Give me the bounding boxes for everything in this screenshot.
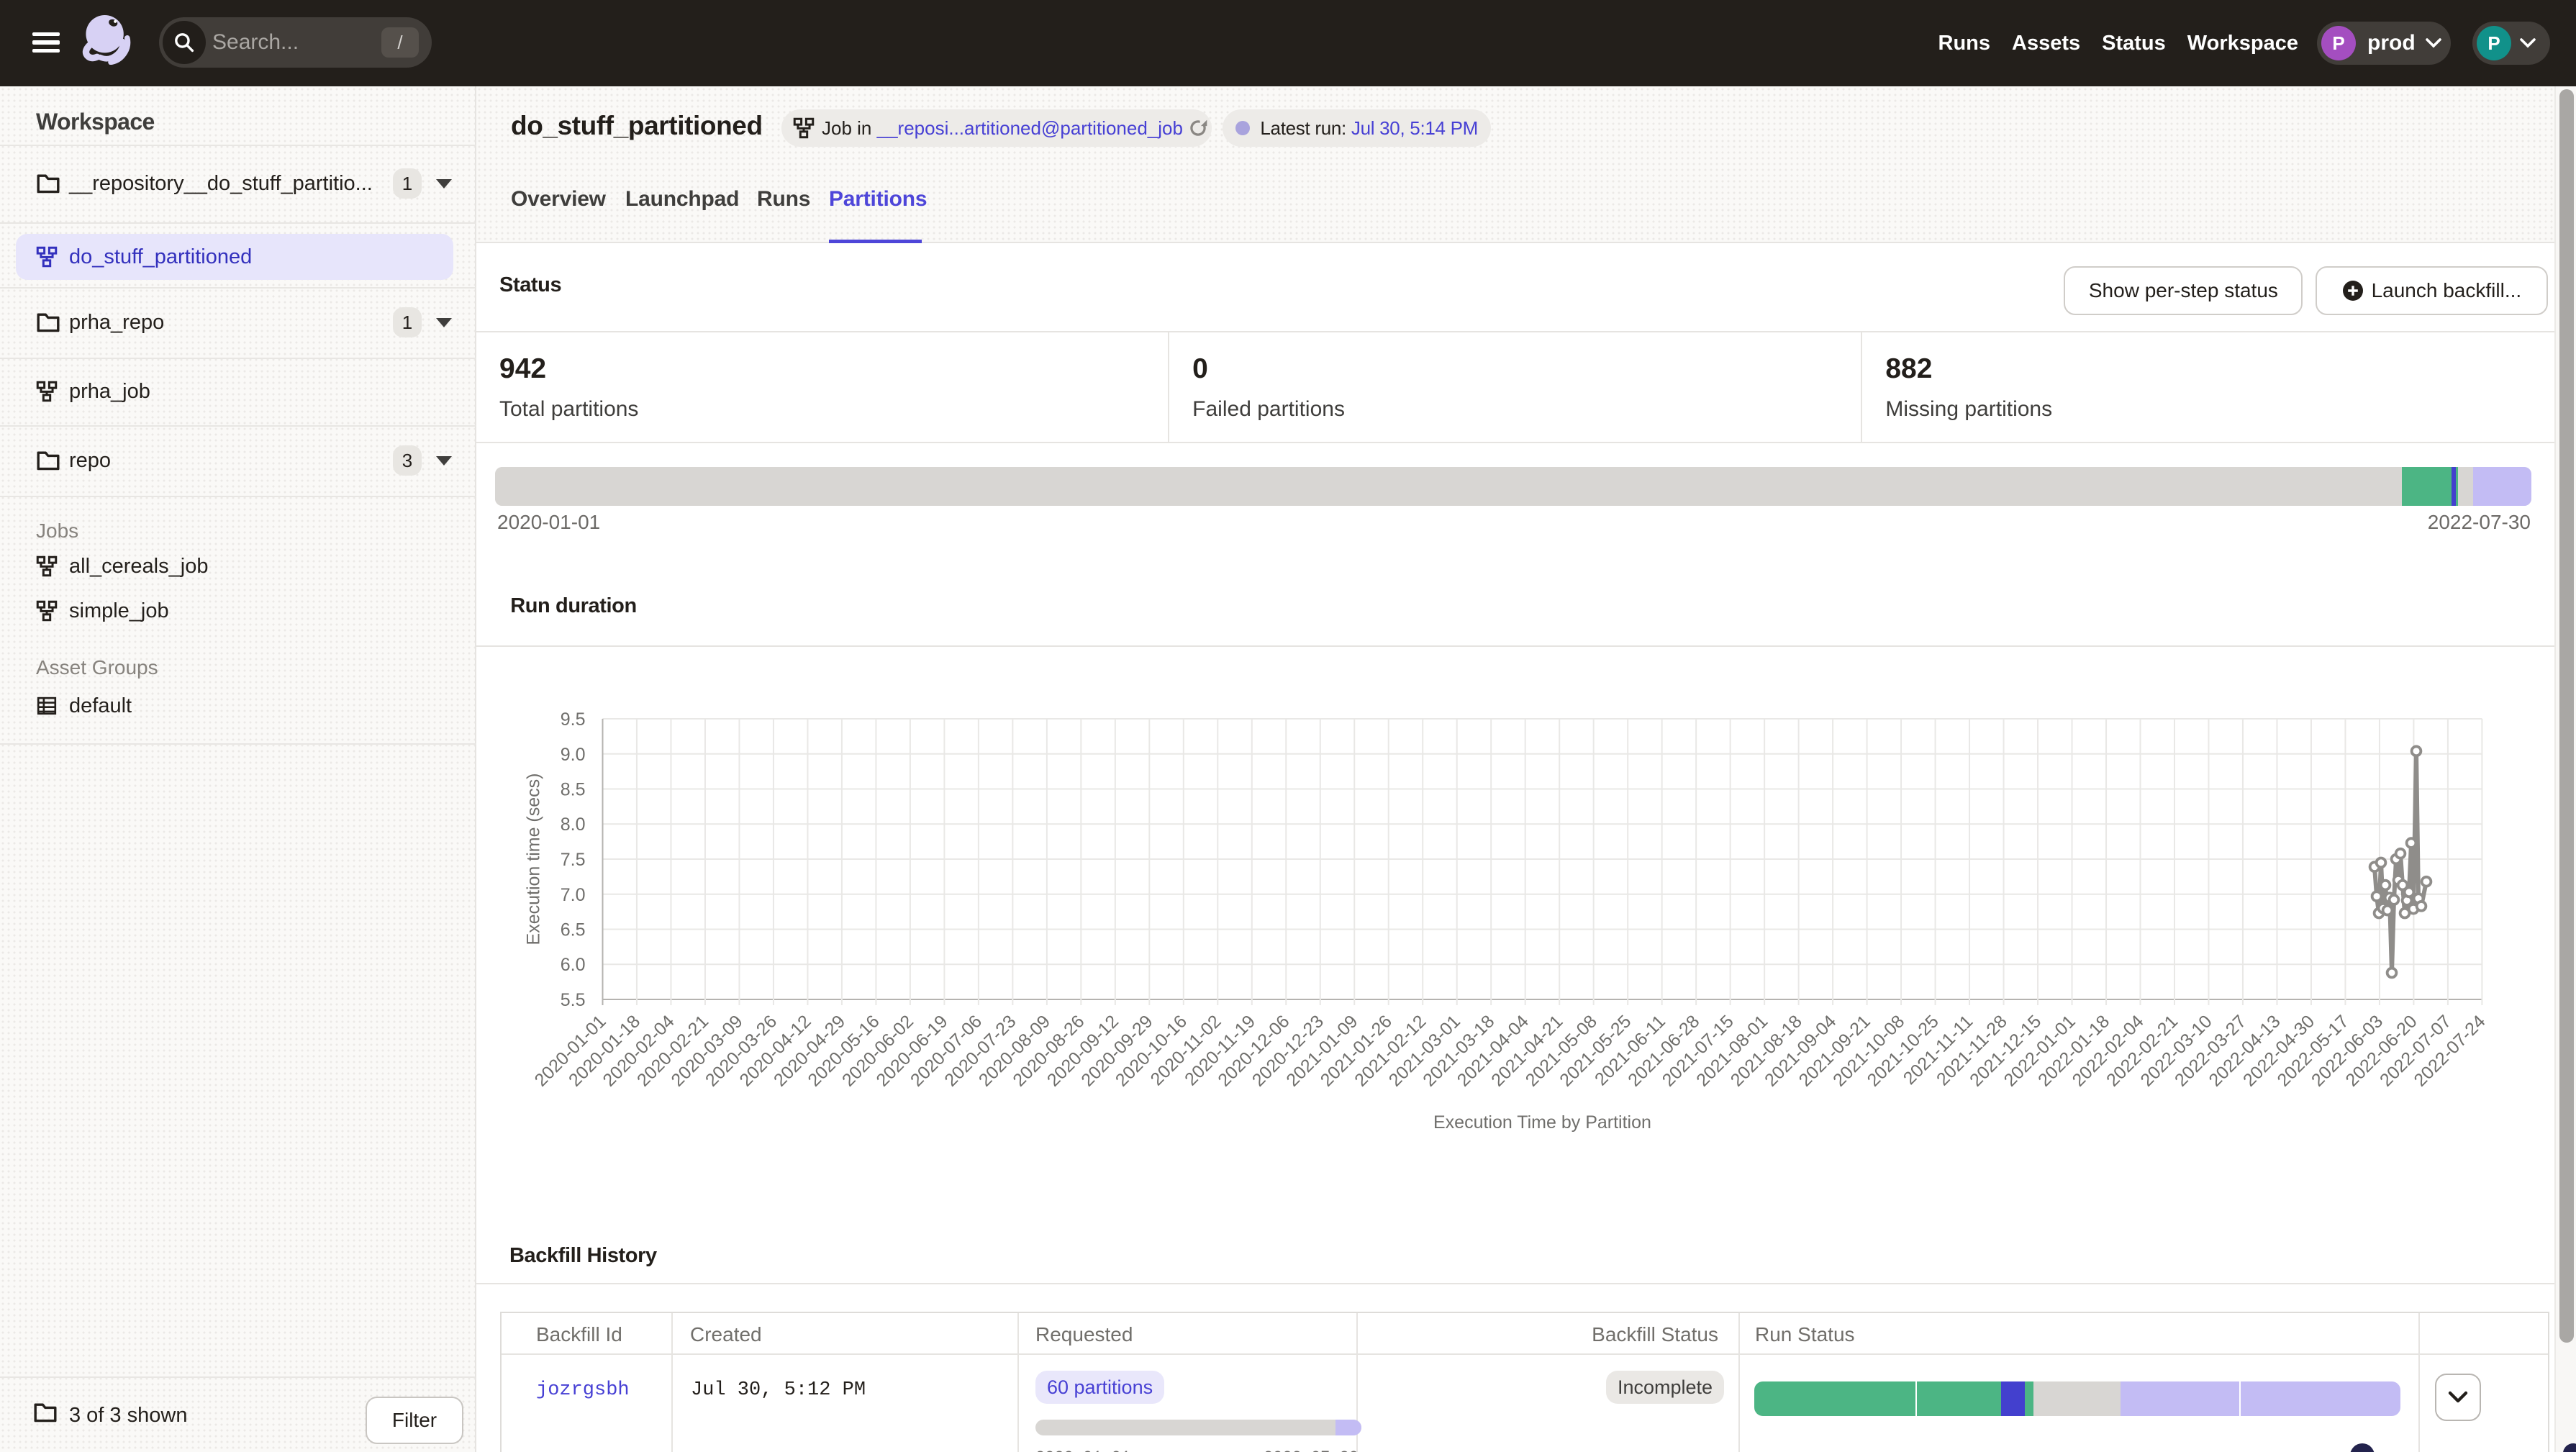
svg-text:6.5: 6.5 — [561, 920, 586, 940]
svg-text:7.0: 7.0 — [561, 885, 586, 905]
svg-text:8.0: 8.0 — [561, 815, 586, 835]
svg-text:5.5: 5.5 — [561, 990, 586, 1010]
svg-text:Execution Time by Partition: Execution Time by Partition — [1433, 1112, 1651, 1133]
svg-text:9.5: 9.5 — [561, 709, 586, 730]
svg-text:9.0: 9.0 — [561, 745, 586, 765]
svg-text:Execution time (secs): Execution time (secs) — [524, 773, 544, 945]
svg-text:6.0: 6.0 — [561, 955, 586, 975]
svg-text:8.5: 8.5 — [561, 780, 586, 800]
svg-text:7.5: 7.5 — [561, 850, 586, 870]
